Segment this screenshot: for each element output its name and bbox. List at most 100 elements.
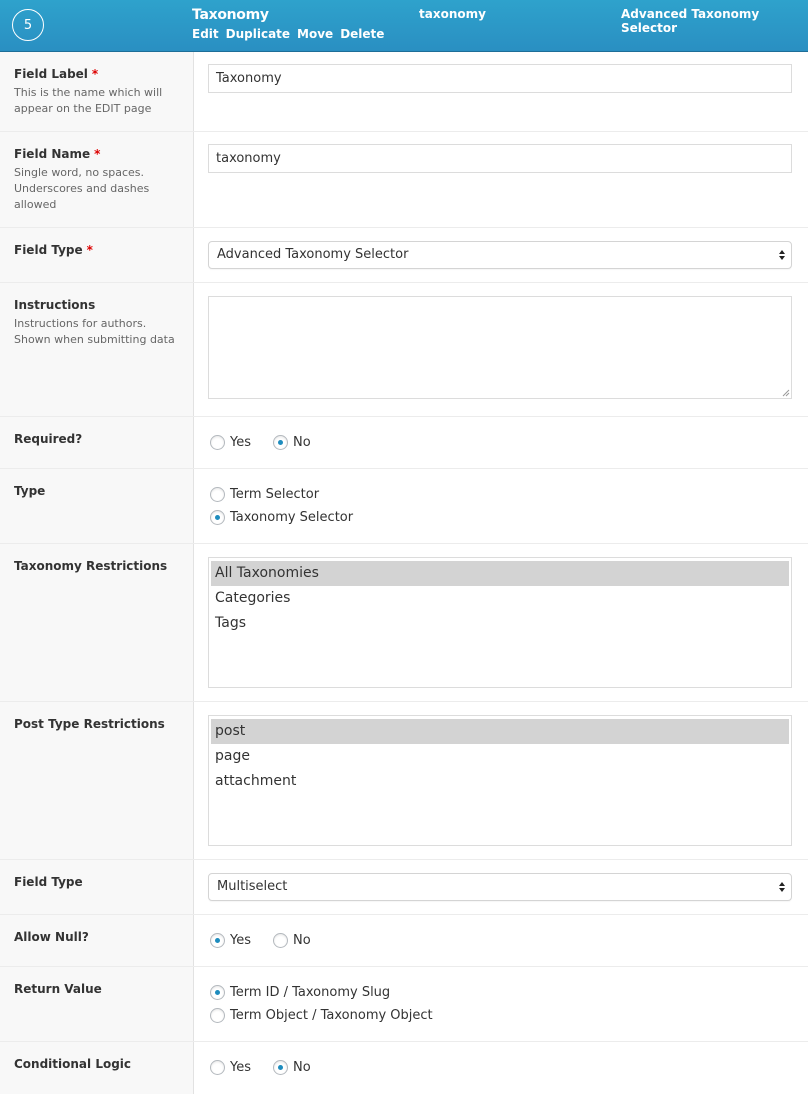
radio-checked-icon[interactable] <box>210 985 225 1000</box>
radio-unchecked-icon[interactable] <box>210 435 225 450</box>
field-type-title: Field Type <box>14 243 83 257</box>
radio-checked-icon[interactable] <box>273 435 288 450</box>
taxonomy-selector-option[interactable]: Taxonomy Selector <box>210 510 353 525</box>
radio-label: No <box>293 435 311 450</box>
type-option-taxonomy: Taxonomy Selector <box>210 510 353 525</box>
row-allow-null: Allow Null? Yes No <box>0 915 808 967</box>
label-cell: Field Type * <box>0 228 194 282</box>
row-required: Required? Yes No <box>0 417 808 469</box>
row-post-type-restrictions: Post Type Restrictions post page attachm… <box>0 702 808 860</box>
header-field-name: taxonomy <box>419 7 486 21</box>
radio-unchecked-icon[interactable] <box>210 487 225 502</box>
return-object-option[interactable]: Term Object / Taxonomy Object <box>210 1008 433 1023</box>
radio-label: Yes <box>230 933 251 948</box>
field-label-title: Field Label <box>14 67 88 81</box>
header-actions: Edit Duplicate Move Delete <box>192 27 384 41</box>
allow-null-title: Allow Null? <box>14 930 89 944</box>
allow-null-yes-option[interactable]: Yes <box>210 933 251 948</box>
conditional-logic-radio-group: Yes No <box>210 1060 311 1075</box>
instructions-description: Instructions for authors. Shown when sub… <box>14 317 175 346</box>
radio-checked-icon[interactable] <box>210 510 225 525</box>
row-field-label: Field Label * This is the name which will… <box>0 52 808 132</box>
allow-null-radio-group: Yes No <box>210 933 311 948</box>
required-asterisk: * <box>91 67 99 81</box>
field-type-select[interactable]: Advanced Taxonomy Selector <box>208 241 792 269</box>
required-asterisk: * <box>94 147 101 161</box>
list-option[interactable]: attachment <box>211 769 789 794</box>
post-type-restrictions-listbox[interactable]: post page attachment <box>208 715 792 846</box>
taxonomy-restrictions-title: Taxonomy Restrictions <box>14 559 168 573</box>
list-option[interactable]: All Taxonomies <box>211 561 789 586</box>
radio-label: Term ID / Taxonomy Slug <box>230 985 391 1000</box>
taxonomy-restrictions-listbox[interactable]: All Taxonomies Categories Tags <box>208 557 792 688</box>
label-cell: Required? <box>0 417 194 468</box>
radio-unchecked-icon[interactable] <box>210 1008 225 1023</box>
required-asterisk: * <box>86 243 93 257</box>
label-cell: Instructions Instructions for authors. S… <box>0 283 194 416</box>
field-type-selected-value: Advanced Taxonomy Selector <box>217 247 409 262</box>
allow-null-no-option[interactable]: No <box>273 933 311 948</box>
row-field-type: Field Type * Advanced Taxonomy Selector <box>0 228 808 283</box>
row-instructions: Instructions Instructions for authors. S… <box>0 283 808 417</box>
post-type-restrictions-title: Post Type Restrictions <box>14 717 165 731</box>
list-option[interactable]: post <box>211 719 789 744</box>
field-name-description: Single word, no spaces. Underscores and … <box>14 166 150 211</box>
required-yes-option[interactable]: Yes <box>210 435 251 450</box>
radio-unchecked-icon[interactable] <box>210 1060 225 1075</box>
label-cell: Taxonomy Restrictions <box>0 544 194 701</box>
field-order-badge: 5 <box>12 9 44 41</box>
required-radio-group: Yes No <box>210 435 311 450</box>
radio-checked-icon[interactable] <box>273 1060 288 1075</box>
header-field-label[interactable]: Taxonomy <box>192 7 269 23</box>
label-cell: Post Type Restrictions <box>0 702 194 859</box>
conditional-no-option[interactable]: No <box>273 1060 311 1075</box>
radio-label: Yes <box>230 435 251 450</box>
list-option[interactable]: page <box>211 744 789 769</box>
radio-label: Taxonomy Selector <box>230 510 354 525</box>
type-title: Type <box>14 484 46 498</box>
instructions-textarea[interactable] <box>208 296 792 399</box>
label-cell: Field Type <box>0 860 194 914</box>
field-label-description: This is the name which will appear on th… <box>14 86 163 115</box>
label-cell: Allow Null? <box>0 915 194 966</box>
display-type-select[interactable]: Multiselect <box>208 873 792 901</box>
return-option-id: Term ID / Taxonomy Slug <box>210 985 390 1000</box>
radio-label: No <box>293 1060 311 1075</box>
list-option[interactable]: Categories <box>211 586 789 611</box>
return-value-title: Return Value <box>14 982 102 996</box>
field-name-title: Field Name <box>14 147 91 161</box>
conditional-logic-title: Conditional Logic <box>14 1057 132 1071</box>
field-name-input[interactable]: taxonomy <box>208 144 792 173</box>
delete-link[interactable]: Delete <box>340 27 384 41</box>
radio-label: Term Selector <box>230 487 320 502</box>
return-id-option[interactable]: Term ID / Taxonomy Slug <box>210 985 390 1000</box>
radio-checked-icon[interactable] <box>210 933 225 948</box>
conditional-yes-option[interactable]: Yes <box>210 1060 251 1075</box>
list-option[interactable]: Tags <box>211 611 789 636</box>
term-selector-option[interactable]: Term Selector <box>210 487 319 502</box>
resize-grip-icon[interactable] <box>781 388 790 397</box>
display-type-title: Field Type <box>14 875 83 889</box>
edit-link[interactable]: Edit <box>192 27 219 41</box>
radio-label: Yes <box>230 1060 251 1075</box>
label-cell: Type <box>0 469 194 543</box>
radio-label: No <box>293 933 311 948</box>
field-header: 5 Taxonomy Edit Duplicate Move Delete ta… <box>0 0 808 52</box>
required-no-option[interactable]: No <box>273 435 311 450</box>
duplicate-link[interactable]: Duplicate <box>226 27 290 41</box>
label-cell: Field Label * This is the name which will… <box>0 52 194 131</box>
radio-label: Term Object / Taxonomy Object <box>230 1008 433 1023</box>
instructions-title: Instructions <box>14 298 96 312</box>
radio-unchecked-icon[interactable] <box>273 933 288 948</box>
row-conditional-logic: Conditional Logic Yes No <box>0 1042 808 1094</box>
field-label-input[interactable]: Taxonomy <box>208 64 792 93</box>
row-display-type: Field Type Multiselect <box>0 860 808 915</box>
header-field-type: Advanced Taxonomy Selector <box>621 7 760 35</box>
row-field-name: Field Name * Single word, no spaces. Unde… <box>0 132 808 228</box>
row-type: Type Term Selector Taxonomy Selector <box>0 469 808 544</box>
move-link[interactable]: Move <box>297 27 333 41</box>
select-arrows-icon <box>779 250 785 260</box>
label-cell: Conditional Logic <box>0 1042 194 1094</box>
return-option-object: Term Object / Taxonomy Object <box>210 1008 433 1023</box>
display-type-selected-value: Multiselect <box>217 879 288 894</box>
